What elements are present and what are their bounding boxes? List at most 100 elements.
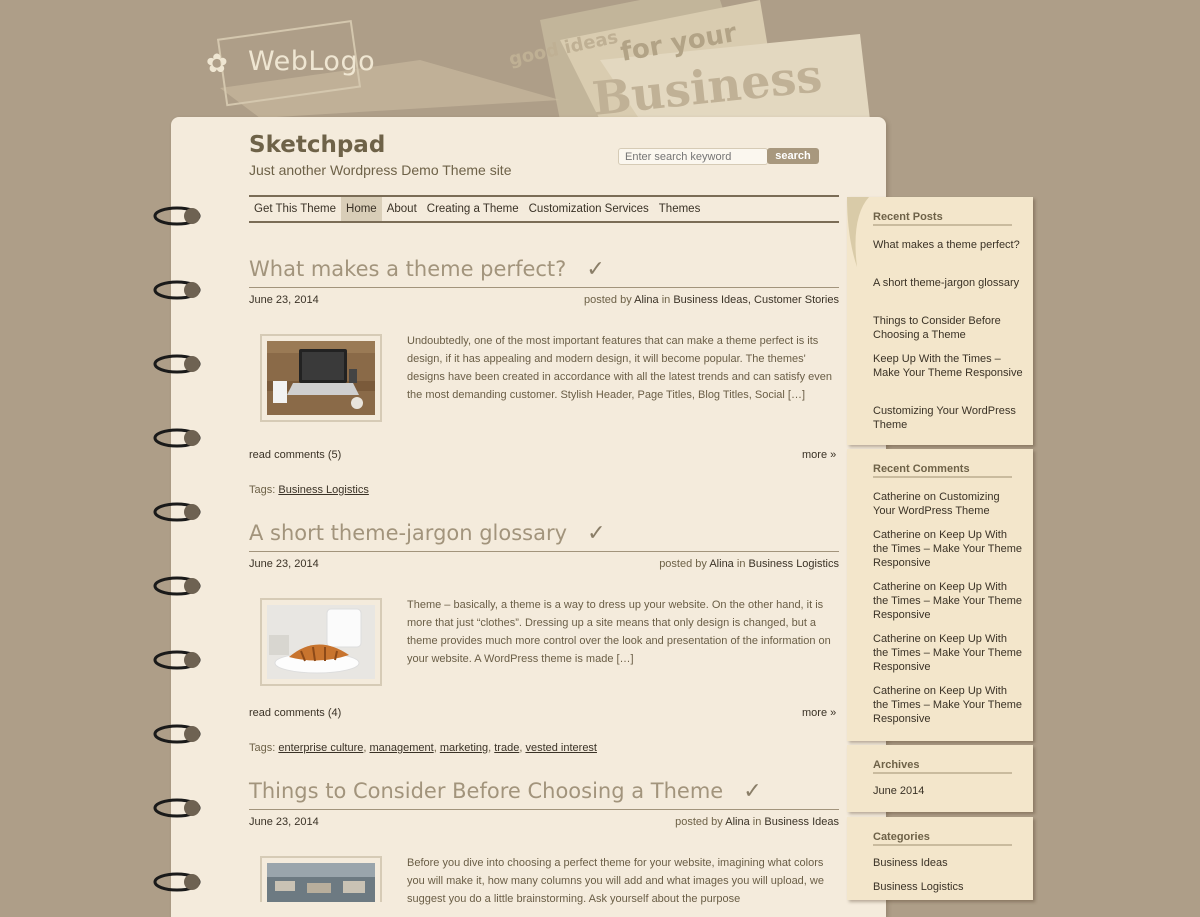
check-icon: ✓: [743, 779, 762, 804]
post-meta: posted by Alina in Business Logistics: [659, 558, 839, 570]
check-icon: ✓: [586, 257, 605, 282]
office-image: [267, 863, 375, 902]
nav-item-themes[interactable]: Themes: [654, 197, 706, 221]
tags-label: Tags:: [249, 484, 276, 496]
tag-link[interactable]: enterprise culture: [278, 742, 363, 754]
comment-on-label: on: [923, 581, 937, 593]
post-author-link[interactable]: Alina: [634, 294, 658, 306]
widget-recent-posts: Recent Posts What makes a theme perfect?…: [847, 197, 1033, 445]
check-icon: ✓: [587, 521, 606, 546]
comment-on-label: on: [923, 685, 937, 697]
post-title-text[interactable]: A short theme-jargon glossary: [249, 521, 567, 545]
comment-on-label: on: [923, 529, 937, 541]
spiral-ring-icon: [152, 649, 202, 671]
post-thumbnail[interactable]: [260, 598, 382, 686]
recent-post-link[interactable]: Things to Consider Before Choosing a The…: [873, 314, 1023, 342]
post-title[interactable]: What makes a theme perfect? ✓: [249, 257, 605, 282]
comment-author-link[interactable]: Catherine: [873, 685, 921, 697]
recent-comment: Catherine on Keep Up With the Times – Ma…: [873, 528, 1023, 570]
tag-link[interactable]: vested interest: [525, 742, 597, 754]
recent-comment: Catherine on Keep Up With the Times – Ma…: [873, 684, 1023, 726]
recent-post-link[interactable]: A short theme-jargon glossary: [873, 276, 1023, 290]
archive-link[interactable]: June 2014: [873, 784, 1023, 798]
search-button[interactable]: search: [767, 148, 819, 164]
in-label: in: [661, 294, 671, 306]
tag-link[interactable]: Business Logistics: [278, 484, 369, 496]
main-nav: Get This Theme Home About Creating a The…: [249, 195, 839, 223]
logo[interactable]: WebLogo: [248, 46, 375, 77]
spiral-ring-icon: [152, 797, 202, 819]
laptop-image: [267, 341, 375, 415]
nav-item-about[interactable]: About: [382, 197, 422, 221]
post-divider: [249, 551, 839, 552]
recent-comment: Catherine on Keep Up With the Times – Ma…: [873, 580, 1023, 622]
posted-by-label: posted by: [584, 294, 632, 306]
comment-on-label: on: [923, 491, 937, 503]
post-title[interactable]: Things to Consider Before Choosing a The…: [249, 779, 762, 804]
post-date: June 23, 2014: [249, 558, 319, 570]
widget-archives: Archives June 2014: [847, 745, 1033, 812]
tags-label: Tags:: [249, 742, 276, 754]
flower-logo-icon[interactable]: ✿: [206, 48, 228, 79]
comment-author-link[interactable]: Catherine: [873, 633, 921, 645]
post-author-link[interactable]: Alina: [709, 558, 733, 570]
post-excerpt: Undoubtedly, one of the most important f…: [407, 335, 832, 401]
page-curl: [847, 197, 869, 267]
more-link[interactable]: more »: [802, 707, 836, 719]
post-thumbnail[interactable]: [260, 856, 382, 902]
nav-item-get-this-theme[interactable]: Get This Theme: [249, 197, 341, 221]
post-thumbnail[interactable]: [260, 334, 382, 422]
in-label: in: [752, 816, 762, 828]
post-title-text[interactable]: Things to Consider Before Choosing a The…: [249, 779, 723, 803]
widget-title: Archives: [873, 759, 1012, 774]
widget-title: Categories: [873, 831, 1012, 846]
comment-author-link[interactable]: Catherine: [873, 581, 921, 593]
posted-by-label: posted by: [675, 816, 723, 828]
read-comments-link[interactable]: read comments (5): [249, 449, 341, 461]
widget-recent-comments: Recent Comments Catherine on Customizing…: [847, 449, 1033, 741]
spiral-ring-icon: [152, 279, 202, 301]
more-link[interactable]: more »: [802, 449, 836, 461]
post-date: June 23, 2014: [249, 294, 319, 306]
croissant-image: [267, 605, 375, 679]
nav-item-home[interactable]: Home: [341, 197, 382, 221]
post-author-link[interactable]: Alina: [725, 816, 749, 828]
spiral-ring-icon: [152, 575, 202, 597]
spiral-ring-icon: [152, 723, 202, 745]
recent-post-link[interactable]: Keep Up With the Times – Make Your Theme…: [873, 352, 1023, 380]
widget-title: Recent Posts: [873, 211, 1012, 226]
tag-link[interactable]: marketing: [440, 742, 488, 754]
spiral-ring-icon: [152, 501, 202, 523]
post-date: June 23, 2014: [249, 816, 319, 828]
post-title[interactable]: A short theme-jargon glossary ✓: [249, 521, 606, 546]
comment-author-link[interactable]: Catherine: [873, 491, 921, 503]
post-title-text[interactable]: What makes a theme perfect?: [249, 257, 566, 281]
post-tags: Tags: enterprise culture, management, ma…: [249, 742, 597, 754]
comment-author-link[interactable]: Catherine: [873, 529, 921, 541]
posted-by-label: posted by: [659, 558, 707, 570]
search-input[interactable]: [618, 148, 768, 165]
site-title[interactable]: Sketchpad: [249, 132, 385, 158]
tag-link[interactable]: trade: [494, 742, 519, 754]
recent-comment: Catherine on Customizing Your WordPress …: [873, 490, 1023, 518]
read-comments-link[interactable]: read comments (4): [249, 707, 341, 719]
in-label: in: [736, 558, 746, 570]
nav-item-customization-services[interactable]: Customization Services: [524, 197, 654, 221]
post-categories-link[interactable]: Business Ideas, Customer Stories: [673, 294, 839, 306]
spiral-ring-icon: [152, 427, 202, 449]
post-categories-link[interactable]: Business Logistics: [749, 558, 840, 570]
post-categories-link[interactable]: Business Ideas: [764, 816, 839, 828]
widget-title: Recent Comments: [873, 463, 1012, 478]
comment-on-label: on: [923, 633, 937, 645]
nav-item-creating-a-theme[interactable]: Creating a Theme: [422, 197, 524, 221]
post-tags: Tags: Business Logistics: [249, 484, 369, 496]
spiral-ring-icon: [152, 871, 202, 893]
category-link[interactable]: Business Ideas: [873, 856, 1023, 870]
post-excerpt: Theme – basically, a theme is a way to d…: [407, 599, 831, 665]
spiral-ring-icon: [152, 205, 202, 227]
tag-link[interactable]: management: [369, 742, 433, 754]
post-meta: posted by Alina in Business Ideas: [675, 816, 839, 828]
recent-post-link[interactable]: What makes a theme perfect?: [873, 238, 1023, 252]
recent-post-link[interactable]: Customizing Your WordPress Theme: [873, 404, 1023, 432]
category-link[interactable]: Business Logistics: [873, 880, 1023, 894]
